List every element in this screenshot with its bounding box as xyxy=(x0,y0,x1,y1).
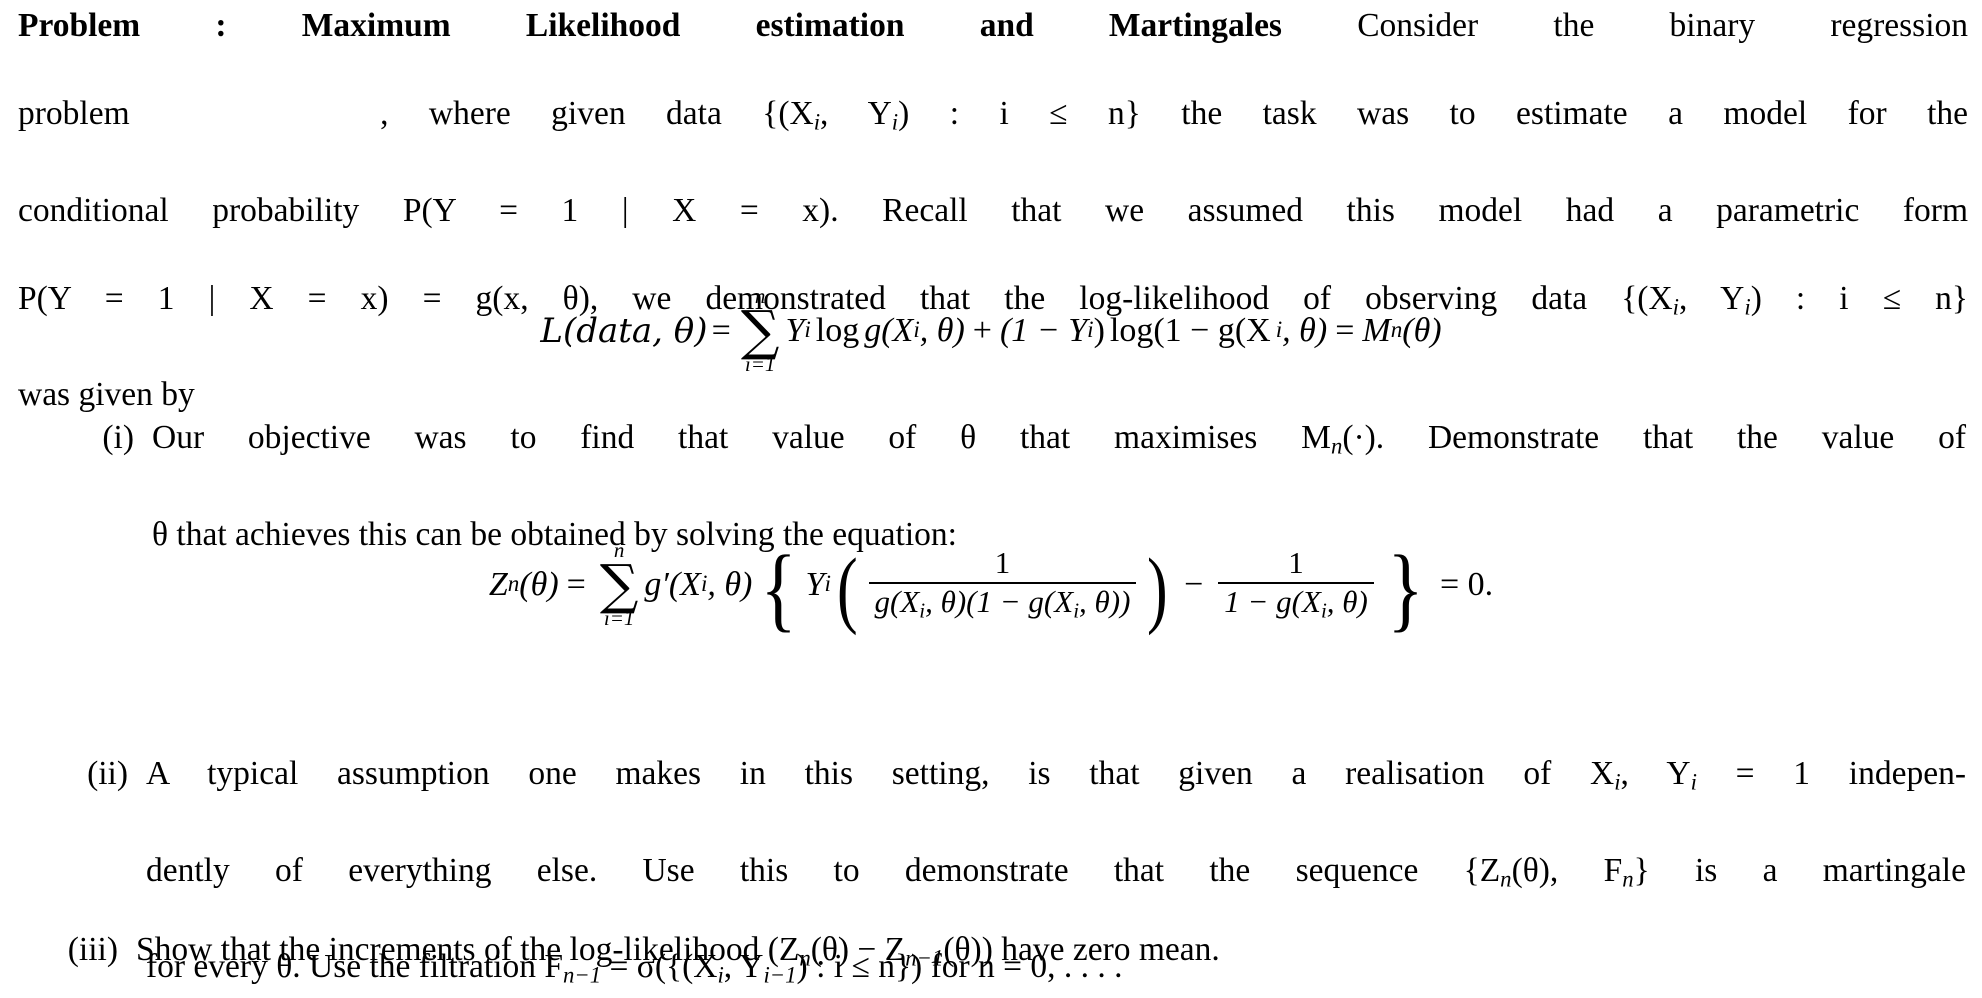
equation1-g1: g(X xyxy=(864,311,914,349)
list-item-ii-line-2-sub2: n xyxy=(1622,866,1634,892)
equation2-lhs-tail: (θ) xyxy=(519,565,559,603)
equation1-term1-sub: i xyxy=(804,317,811,344)
equation1-plus: + xyxy=(972,311,992,349)
equation2-gprime-tail: , θ) xyxy=(707,565,753,603)
intro-line-1-tail: Consider the binary regression xyxy=(1357,7,1969,44)
list-item-i-label: (i) xyxy=(102,419,134,456)
list-item-iii-line-1: Show that the increments of the log-like… xyxy=(136,928,1966,981)
equation1-rhs: M xyxy=(1362,311,1391,349)
document-page: Problem : Maximum Likelihood estimation … xyxy=(0,0,1982,994)
summation-operator-2: n ∑ i=1 xyxy=(600,540,639,629)
list-item-ii-line-1-text: A typical assumption one makes in this s… xyxy=(146,755,1615,792)
problem-heading: Problem : Maximum Likelihood estimation … xyxy=(18,7,1282,44)
equation-log-likelihood: L(data, θ) = n ∑ i=1 Yi log g(X i, θ) + (… xyxy=(0,286,1982,375)
list-item-iii-body: Show that the increments of the log-like… xyxy=(136,928,1966,981)
sigma-icon: ∑ xyxy=(599,553,639,616)
equation1-row: L(data, θ) = n ∑ i=1 Yi log g(X i, θ) + (… xyxy=(540,286,1441,375)
equation1-rhs-sub: n xyxy=(1390,317,1403,344)
intro-line-3: conditional probability P(Y = 1 | X = x)… xyxy=(18,189,1968,277)
intro-line-2-b: , where given data {(X xyxy=(380,95,814,132)
equation1-term2-tail: ) xyxy=(1093,311,1105,349)
equation2-equals-zero: = 0. xyxy=(1439,565,1494,603)
list-item-ii-line-1: A typical assumption one makes in this s… xyxy=(146,752,1966,849)
intro-line-3-text: conditional probability P(Y = 1 | X = x)… xyxy=(18,191,1968,229)
list-item-iii-line-1-sub2: n−1 xyxy=(905,945,944,971)
equation1-log1: log xyxy=(815,311,860,349)
equation2-Y-sub: i xyxy=(824,571,831,598)
list-item-i-body: Our objective was to find that value of … xyxy=(152,416,1966,557)
intro-line-2-d: ) : i ≤ n} the task was to estimate a mo… xyxy=(898,95,1968,132)
fraction-2: 1 1 − g(Xi, θ) xyxy=(1218,545,1374,624)
equation1-g1-tail: , θ) xyxy=(919,311,965,349)
equation2-minus: − xyxy=(1184,565,1204,603)
list-item-iii-label: (iii) xyxy=(67,931,118,968)
sigma-icon: ∑ xyxy=(740,299,780,362)
list-item-ii-line-2-tail: } is a martingale xyxy=(1633,851,1966,889)
equation1-log2-tail: , θ) xyxy=(1282,311,1328,349)
equation1-equals: = xyxy=(711,311,731,349)
equation2-gprime: g′(X xyxy=(644,565,701,603)
equation2-Y: Y xyxy=(805,565,825,603)
list-item-ii-line-2-sub: n xyxy=(1500,866,1512,892)
fraction-2-numerator: 1 xyxy=(1288,545,1304,581)
intro-line-2-c: , Y xyxy=(820,95,892,132)
sum2-lower-limit: i=1 xyxy=(603,606,635,631)
intro-line-5-text: was given by xyxy=(18,376,195,414)
intro-line-1: Problem : Maximum Likelihood estimation … xyxy=(18,4,1968,92)
list-item-ii-line-2-mid: (θ), F xyxy=(1511,851,1623,889)
list-item-i-line-1-tail: (·). Demonstrate that the value of xyxy=(1342,419,1966,456)
list-item-iii: (iii) Show that the increments of the lo… xyxy=(50,928,1966,981)
list-item-iii-line-1-tail: (θ)) have zero mean. xyxy=(943,931,1220,968)
list-item-i: (i) Our objective was to find that value… xyxy=(66,416,1966,557)
intro-line-5: was given by xyxy=(18,373,1968,417)
fraction-1-denominator: g(Xi, θ)(1 − g(Xi, θ)) xyxy=(869,584,1137,624)
equation-score-function: Zn (θ) = n ∑ i=1 g′(X i, θ) { Yi ( 1 g(Xi,… xyxy=(0,536,1982,641)
equation1-equals2: = xyxy=(1335,311,1355,349)
fraction-1-numerator: 1 xyxy=(994,545,1011,581)
list-item-i-line-1: Our objective was to find that value of … xyxy=(152,416,1966,513)
equation1-term2: (1 − Y xyxy=(999,311,1088,349)
fraction-1: 1 g(Xi, θ)(1 − g(Xi, θ)) xyxy=(868,545,1137,624)
equation2-lhs: Z xyxy=(488,565,508,603)
frac2-den-b: , θ) xyxy=(1326,584,1368,620)
intro-line-2: problem , where given data {(Xi, Yi) : i… xyxy=(18,92,1968,189)
equation1-log2: log(1 − g(X xyxy=(1109,311,1271,349)
list-item-i-line-1-text: Our objective was to find that value of … xyxy=(152,419,1331,456)
equation2-lhs-sub: n xyxy=(507,571,520,598)
frac1-den-a: g(X xyxy=(874,584,920,620)
sum1-lower-limit: i=1 xyxy=(744,352,776,377)
equation1-rhs-tail: (θ) xyxy=(1402,311,1442,349)
equation1-term1: Y xyxy=(785,311,805,349)
equation2-row: Zn (θ) = n ∑ i=1 g′(X i, θ) { Yi ( 1 g(Xi,… xyxy=(488,536,1494,641)
equation2-equals: = xyxy=(566,565,586,603)
list-item-iii-line-1-sub: n xyxy=(799,945,811,971)
intro-problem-word: problem xyxy=(18,95,130,132)
list-item-iii-line-1-text: Show that the increments of the log-like… xyxy=(136,931,800,968)
list-item-ii-line-1-mid: , Y xyxy=(1620,755,1691,792)
list-item-i-line-1-sub: n xyxy=(1330,433,1343,459)
list-item-iii-line-1-mid: (θ) − Z xyxy=(810,931,906,968)
list-item-ii-line-1-tail: = 1 indepen- xyxy=(1696,755,1967,792)
list-item-ii-line-2-text: dently of everything else. Use this to d… xyxy=(146,851,1501,889)
frac2-den-a: 1 − g(X xyxy=(1224,584,1321,620)
equation1-lhs: L(data, θ) xyxy=(540,310,708,351)
fraction-2-denominator: 1 − g(Xi, θ) xyxy=(1218,584,1374,624)
frac1-den-c: , θ)) xyxy=(1079,584,1131,620)
summation-operator-1: n ∑ i=1 xyxy=(741,286,780,375)
frac1-den-b: , θ)(1 − g(X xyxy=(925,584,1074,620)
